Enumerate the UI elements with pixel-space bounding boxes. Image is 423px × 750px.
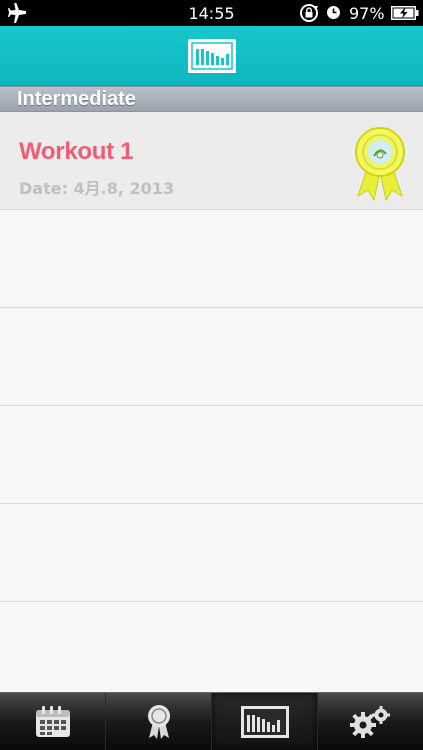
gears-icon (349, 706, 390, 738)
bar-chart-icon (240, 706, 289, 738)
list-item (0, 504, 423, 602)
battery-charging-icon (391, 6, 419, 20)
list-item (0, 308, 423, 406)
workout-row[interactable]: Workout 1 Date: 4月.8, 2013 (0, 112, 423, 210)
alarm-icon (327, 6, 340, 19)
list-item (0, 406, 423, 504)
award-ribbon-icon (355, 127, 405, 202)
calendar-icon (35, 706, 70, 737)
section-header: Intermediate (0, 86, 423, 112)
workout-date: Date: 4月.8, 2013 (19, 179, 175, 198)
award-icon (147, 705, 170, 739)
tab-bar (0, 692, 423, 750)
workout-title: Workout 1 (19, 138, 134, 165)
navigation-bar (0, 26, 423, 86)
rotation-lock-icon (300, 4, 318, 22)
status-bar: 14:55 97% (0, 0, 423, 26)
list-item (0, 602, 423, 700)
workout-list: Workout 1 Date: 4月.8, 2013 (0, 112, 423, 700)
tab-calendar[interactable] (0, 693, 106, 750)
tab-settings[interactable] (318, 693, 423, 750)
tab-stats[interactable] (212, 693, 318, 750)
bar-chart-logo-icon (188, 39, 236, 73)
section-header-label: Intermediate (17, 88, 136, 110)
tab-awards[interactable] (106, 693, 212, 750)
battery-percent: 97% (349, 4, 385, 23)
list-item (0, 210, 423, 308)
